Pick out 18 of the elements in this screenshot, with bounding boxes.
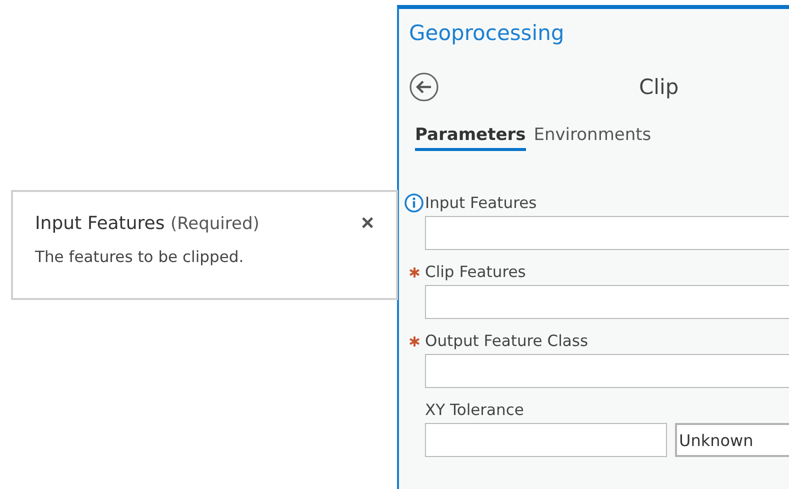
info-icon[interactable] <box>404 193 424 213</box>
parameter-label: Clip Features <box>425 263 526 281</box>
close-button[interactable]: × <box>361 212 374 234</box>
tab[interactable]: Parameters <box>415 125 526 151</box>
tab[interactable]: Environments <box>534 125 652 151</box>
parameter-label: XY Tolerance <box>425 401 524 419</box>
input-field[interactable] <box>425 216 789 250</box>
input-field[interactable] <box>425 354 789 388</box>
input-field[interactable] <box>425 423 667 457</box>
back-icon[interactable] <box>409 72 439 102</box>
panel-title: Geoprocessing <box>409 20 566 47</box>
unit-dropdown[interactable]: Unknown <box>675 423 789 457</box>
popup-title: Input Features (Required) <box>35 212 260 234</box>
parameter-label: Output Feature Class <box>425 332 588 350</box>
input-field[interactable] <box>425 285 789 319</box>
tool-title: Clip <box>639 75 679 99</box>
parameter-label: Input Features <box>425 194 537 212</box>
popup-description: The features to be clipped. <box>35 248 245 266</box>
